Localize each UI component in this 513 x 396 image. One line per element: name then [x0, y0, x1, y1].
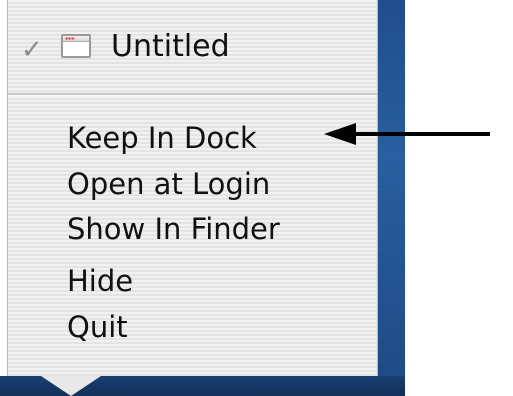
menu-item-untitled-window[interactable]: Untitled [111, 24, 230, 70]
annotation-arrow-head [324, 123, 356, 145]
annotation-arrow-icon [324, 123, 490, 145]
window-icon-buttons [65, 37, 75, 40]
menu-item-keep-in-dock[interactable]: Keep In Dock [67, 117, 257, 159]
menu-pointer-tail [41, 376, 101, 396]
menu-item-show-in-finder[interactable]: Show In Finder [67, 208, 280, 250]
menu-item-quit[interactable]: Quit [67, 306, 128, 348]
dock-context-menu: ✓ Untitled Keep In Dock Open at Login Sh… [7, 0, 378, 376]
menu-item-open-at-login[interactable]: Open at Login [67, 163, 270, 205]
desktop-background [378, 0, 405, 396]
menu-item-hide[interactable]: Hide [67, 260, 133, 302]
screenshot-stage: ✓ Untitled Keep In Dock Open at Login Sh… [0, 0, 513, 396]
checkmark-icon: ✓ [21, 35, 43, 65]
window-icon [61, 34, 91, 58]
menu-separator [8, 93, 377, 96]
